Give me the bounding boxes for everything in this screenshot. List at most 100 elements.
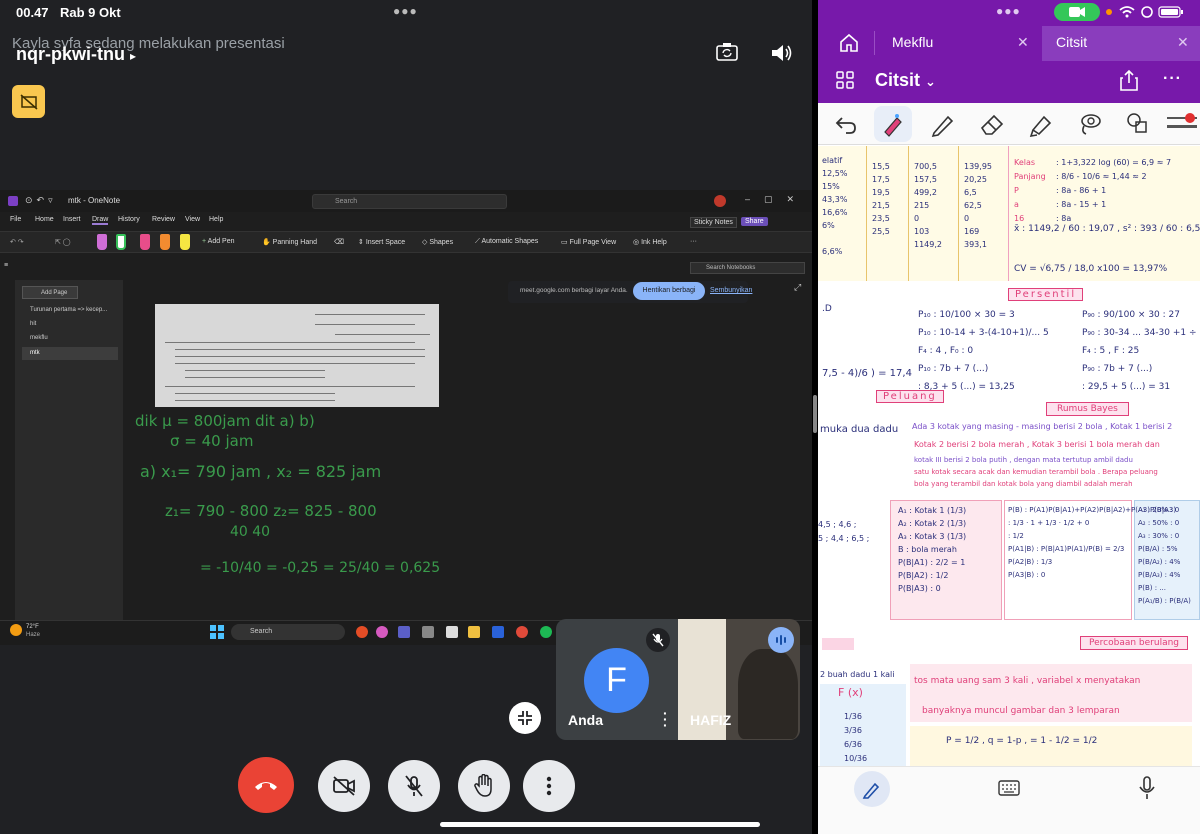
- hide-self-view-icon[interactable]: [12, 85, 45, 118]
- avatar: F: [584, 648, 649, 713]
- menu-review[interactable]: Review: [152, 216, 175, 223]
- add-pen-button[interactable]: + Add Pen: [202, 238, 235, 245]
- pen-pink-icon[interactable]: [97, 234, 107, 250]
- page-list: [15, 280, 123, 620]
- expand-icon[interactable]: ⤢: [794, 282, 801, 293]
- collapse-icon[interactable]: [509, 702, 541, 734]
- pen-magenta-icon[interactable]: [140, 234, 150, 250]
- lasso-pen-icon[interactable]: [879, 110, 907, 138]
- hamburger-icon[interactable]: ≡: [4, 262, 8, 269]
- note-canvas: elatif 12,5% 15% 43,3% 16,6% 6% 6,6% 15,5 17,5 1…: [818, 146, 1200, 766]
- menu-history[interactable]: History: [118, 216, 140, 223]
- onenote-window-title: mtk - OneNote: [68, 196, 121, 205]
- multitasking-dots-icon[interactable]: ●●●: [393, 4, 418, 18]
- copilot-icon[interactable]: [356, 626, 368, 638]
- table-divider: [908, 146, 909, 281]
- pen-orange-icon[interactable]: [160, 234, 170, 250]
- page-item-selected[interactable]: mtk: [22, 347, 118, 360]
- share-button[interactable]: Share: [741, 217, 768, 226]
- menu-insert[interactable]: Insert: [63, 216, 81, 223]
- draw-mode-button[interactable]: [854, 771, 890, 807]
- shapes-button[interactable]: ◇ Shapes: [422, 238, 453, 246]
- keyboard-icon[interactable]: [998, 780, 1020, 796]
- undo-redo-icons[interactable]: ↶ ↷: [10, 238, 24, 246]
- store-icon[interactable]: [422, 626, 434, 638]
- notion-icon[interactable]: [446, 626, 458, 638]
- page-item[interactable]: mekflu: [30, 335, 48, 341]
- panning-hand-button[interactable]: ✋ Panning Hand: [262, 238, 317, 246]
- menu-help[interactable]: Help: [209, 216, 223, 223]
- teams-icon[interactable]: [398, 626, 410, 638]
- end-call-button[interactable]: [238, 757, 294, 813]
- more-ribbon-icon[interactable]: ···: [690, 238, 697, 245]
- eraser-button[interactable]: ⌫: [334, 238, 344, 246]
- tab-citsit[interactable]: Citsit: [1056, 34, 1087, 50]
- chrome-icon[interactable]: [516, 626, 528, 638]
- more-options-button[interactable]: [523, 760, 575, 812]
- hide-bar-link[interactable]: Sembunyikan: [710, 287, 752, 294]
- camera-in-use-icon: [1054, 3, 1100, 21]
- microphone-icon[interactable]: [1138, 776, 1156, 800]
- page-item[interactable]: Turunan pertama => kecep...: [30, 307, 107, 313]
- notebook-title[interactable]: Citsit ⌄: [875, 70, 936, 91]
- home-icon[interactable]: [838, 32, 860, 54]
- speaker-icon[interactable]: [770, 42, 794, 64]
- camera-off-button[interactable]: [318, 760, 370, 812]
- page-item[interactable]: hit: [30, 321, 36, 327]
- pen-icon[interactable]: [929, 110, 957, 138]
- percentile-calc: P₉₀ : 90/100 × 30 : 27 P₉₀ : 30-34 ... 34…: [1082, 310, 1200, 392]
- split-handle[interactable]: [813, 395, 817, 433]
- lasso-select-icon[interactable]: [1076, 110, 1104, 138]
- spotify-icon[interactable]: [540, 626, 552, 638]
- sticky-notes-button[interactable]: Sticky Notes: [690, 217, 737, 228]
- stop-sharing-button[interactable]: Hentikan berbagi: [633, 282, 705, 300]
- highlighter-yellow-icon[interactable]: [180, 234, 190, 250]
- mic-off-button[interactable]: [388, 760, 440, 812]
- meeting-code[interactable]: nqr-pkwi-tnu ▸: [16, 44, 136, 65]
- onenote-search-input[interactable]: Search: [312, 194, 507, 209]
- select-lasso-icons[interactable]: ⇱ ◯: [55, 238, 71, 246]
- full-page-view-button[interactable]: ▭ Full Page View: [561, 238, 616, 246]
- menu-file[interactable]: File: [10, 216, 21, 223]
- menu-draw[interactable]: Draw: [92, 216, 109, 225]
- more-icon[interactable]: ···: [1163, 70, 1182, 88]
- multitasking-dots-icon[interactable]: ●●●: [996, 4, 1021, 18]
- close-icon[interactable]: ✕: [1177, 34, 1189, 51]
- taskbar-app-icon[interactable]: [376, 626, 388, 638]
- stat-values: : 1+3,322 log (60) = 6,9 ≈ 7: 8/6 - 10/6…: [1056, 158, 1172, 223]
- menu-view[interactable]: View: [185, 216, 200, 223]
- heading-percobaan: Percobaan berulang: [1080, 636, 1188, 650]
- windows-start-icon[interactable]: [210, 625, 224, 639]
- highlighter-icon[interactable]: [1027, 110, 1055, 138]
- file-explorer-icon[interactable]: [468, 626, 480, 638]
- home-indicator[interactable]: [440, 822, 760, 827]
- undo-icon[interactable]: [832, 110, 860, 138]
- automatic-shapes-label: Automatic Shapes: [481, 238, 539, 245]
- add-page-button[interactable]: Add Page: [22, 286, 78, 299]
- grid-icon[interactable]: [836, 71, 854, 89]
- tab-mekflu[interactable]: Mekflu: [892, 34, 933, 50]
- pen-thickness-line: [1167, 125, 1197, 128]
- color-dot-icon: [1185, 113, 1195, 123]
- ink-to-shape-icon[interactable]: [1124, 110, 1152, 138]
- pen-green-icon[interactable]: [116, 234, 126, 250]
- close-icon[interactable]: ✕: [1017, 34, 1029, 51]
- insert-space-button[interactable]: ⇕ Insert Space: [358, 238, 405, 246]
- stat-mean: x̄ : 1149,2 / 60 : 19,07 , s² : 393 / 60…: [1014, 224, 1200, 234]
- taskbar-app-icon[interactable]: [492, 626, 504, 638]
- table-column-values: 139,95 20,25 6,5 62,5 0 169 393,1: [964, 162, 992, 249]
- taskbar-search[interactable]: Search: [231, 624, 345, 640]
- eraser-icon[interactable]: [978, 110, 1006, 138]
- meeting-code-text: nqr-pkwi-tnu: [16, 44, 125, 64]
- raise-hand-button[interactable]: [458, 760, 510, 812]
- search-notebooks-input[interactable]: Search Notebooks: [690, 262, 805, 274]
- window-controls[interactable]: –▢✕: [745, 194, 808, 205]
- automatic-shapes-button[interactable]: ⟋ Automatic Shapes: [475, 238, 538, 246]
- user-avatar[interactable]: [714, 195, 726, 207]
- switch-camera-icon[interactable]: [716, 42, 738, 62]
- menu-home[interactable]: Home: [35, 216, 54, 223]
- ink-help-button[interactable]: ◎ Ink Help: [633, 238, 667, 246]
- heading-rumus-bayes: Rumus Bayes: [1046, 402, 1129, 416]
- share-icon[interactable]: [1119, 69, 1139, 91]
- more-vert-icon[interactable]: · · ·: [663, 706, 668, 732]
